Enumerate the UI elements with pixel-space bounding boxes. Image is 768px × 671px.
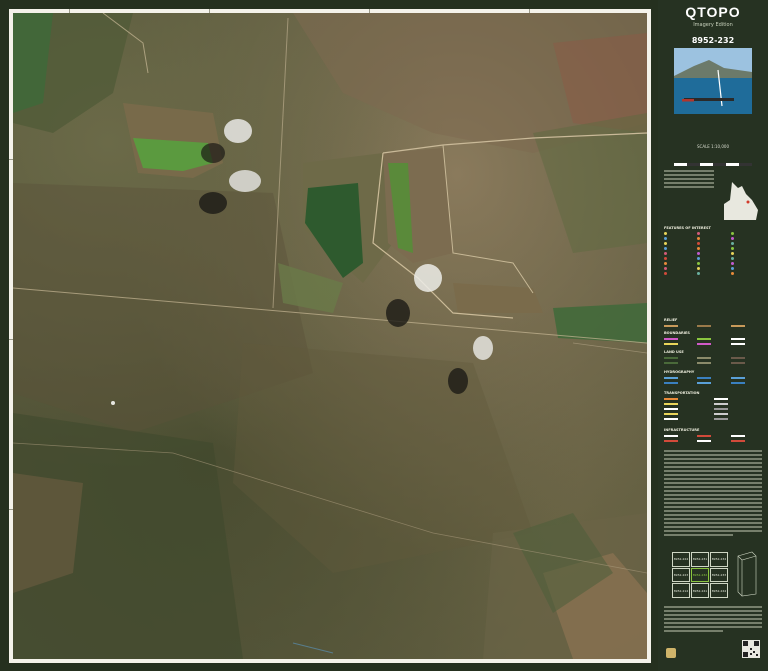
satellite-imagery[interactable] [13, 13, 647, 659]
index-sheet[interactable]: 8952-244 [710, 583, 728, 598]
features-legend [664, 232, 762, 275]
index-sheet[interactable]: 8952-234 [710, 552, 728, 567]
hydrography-heading: HYDROGRAPHY [664, 370, 695, 374]
boundaries-legend [664, 337, 762, 345]
grid-tick [369, 9, 370, 13]
land-use-heading: LAND USE [664, 350, 684, 354]
brand-title: QTOPO [685, 4, 741, 20]
grid-tick [9, 339, 13, 340]
legend-panel: QTOPO Imagery Edition 8952-232 SCALE 1:1… [658, 0, 768, 671]
index-sheet[interactable]: 8952-214 [672, 583, 690, 598]
edition-label: Imagery Edition [693, 22, 733, 28]
index-sheet[interactable]: 8952-233 [710, 567, 728, 583]
boundaries-heading: BOUNDARIES [664, 331, 690, 335]
index-sheet[interactable]: 8952-224 [672, 552, 690, 567]
infrastructure-legend [664, 434, 762, 442]
copyright-text [664, 606, 762, 634]
imagery-features [13, 13, 647, 659]
transportation-heading: TRANSPORTATION [664, 391, 700, 395]
cover-photo [674, 48, 752, 114]
qr-code-icon[interactable] [742, 640, 760, 658]
index-sheet[interactable]: 8952-223 [672, 567, 690, 583]
grid-tick [9, 509, 13, 510]
map-frame [9, 9, 651, 663]
sheet-number: 8952-232 [691, 36, 735, 45]
transportation-legend [664, 397, 762, 420]
index-sheet-current[interactable]: 8952-232 [691, 567, 709, 583]
features-heading: FEATURES OF INTEREST [664, 226, 711, 230]
grid-tick [9, 159, 13, 160]
government-crest-icon [666, 648, 676, 658]
land-use-legend [664, 356, 762, 364]
grid-tick [209, 9, 210, 13]
scale-label: SCALE 1:10,000 [697, 144, 729, 149]
index-sheet[interactable]: 8952-241 [691, 583, 709, 598]
index-sheet[interactable]: 8952-231 [691, 552, 709, 567]
disclaimer-text [664, 450, 762, 538]
grid-tick [69, 9, 70, 13]
projection-notes [664, 170, 714, 190]
queensland-locator-map [724, 182, 758, 220]
relief-legend [664, 324, 762, 327]
scale-bar [674, 151, 752, 166]
sheet-index-grid: 8952-224 8952-231 8952-234 8952-223 8952… [672, 552, 728, 598]
map-sheet: QTOPO Imagery Edition 8952-232 SCALE 1:1… [0, 0, 768, 671]
grid-tick [529, 9, 530, 13]
infrastructure-heading: INFRASTRUCTURE [664, 428, 700, 432]
sheet-layout-diagram [737, 551, 757, 597]
hydrography-legend [664, 376, 762, 384]
relief-heading: RELIEF [664, 318, 678, 322]
